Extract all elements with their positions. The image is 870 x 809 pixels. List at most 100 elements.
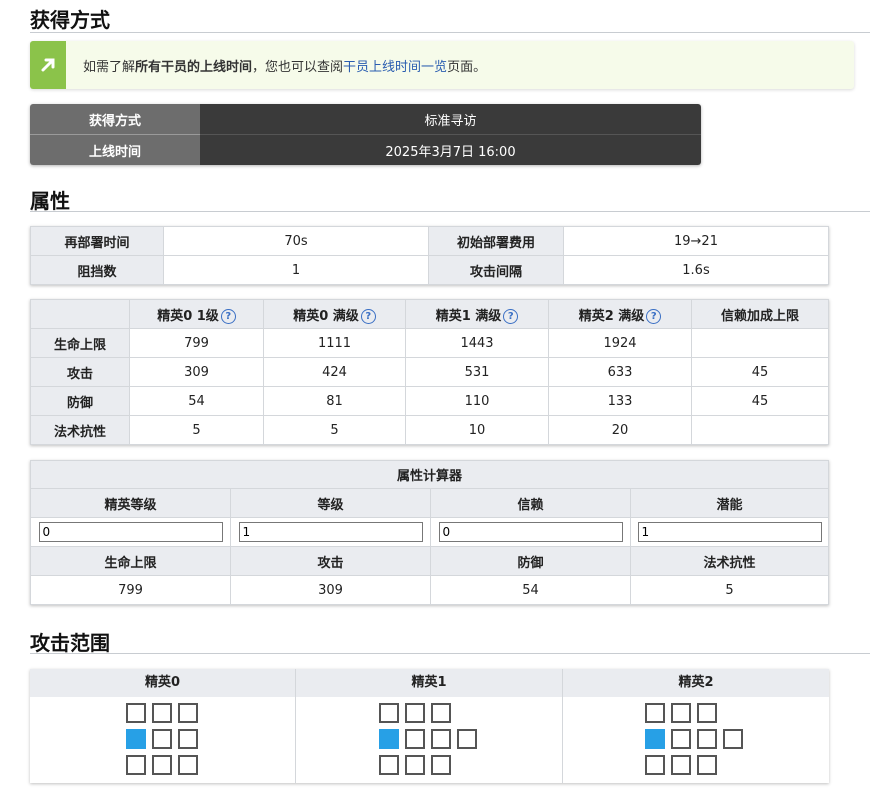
elite-level-label: 精英等级 — [30, 488, 231, 518]
range-cell — [126, 755, 146, 775]
launch-time-link[interactable]: 干员上线时间一览 — [343, 60, 447, 75]
table-row: 法术抗性 5 5 10 20 — [30, 415, 829, 445]
column-divider — [295, 669, 296, 783]
input-cell — [30, 517, 231, 547]
potential-label: 潜能 — [630, 488, 829, 518]
col-header: 精英0 满级? — [263, 299, 406, 329]
block-value: 1 — [163, 255, 429, 285]
block-label: 阻挡数 — [30, 255, 164, 285]
table-cell: 110 — [405, 386, 549, 416]
result-atk: 309 — [230, 575, 431, 605]
help-icon[interactable]: ? — [220, 308, 236, 324]
range-cell — [697, 703, 717, 723]
table-cell: 633 — [548, 357, 692, 387]
table-header-row: 生命上限 攻击 防御 法术抗性 — [30, 546, 829, 576]
table-cell: 424 — [263, 357, 406, 387]
table-row: 阻挡数 1 攻击间隔 1.6s — [30, 255, 829, 285]
range-cell — [697, 755, 717, 775]
range-cell — [178, 755, 198, 775]
table-cell: 45 — [691, 357, 829, 387]
range-cell — [431, 755, 451, 775]
col-header: 精英0 1级? — [129, 299, 264, 329]
table-cell: 309 — [129, 357, 264, 387]
arrow-up-right-icon — [41, 58, 55, 72]
table-cell — [691, 415, 829, 445]
range-cell — [645, 755, 665, 775]
table-cell: 531 — [405, 357, 549, 387]
table-row: 上线时间 2025年3月7日 16:00 — [30, 134, 701, 165]
table-cell: 1443 — [405, 328, 549, 358]
table-cell: 54 — [129, 386, 264, 416]
table-cell: 20 — [548, 415, 692, 445]
heading-divider — [30, 653, 870, 654]
col-header-label: 精英0 满级 — [293, 308, 359, 324]
row-label: 法术抗性 — [30, 415, 130, 445]
range-cell — [178, 729, 198, 749]
redeploy-value: 70s — [163, 226, 429, 256]
result-label: 防御 — [430, 546, 631, 576]
trust-input[interactable] — [438, 522, 623, 542]
range-cell — [126, 703, 146, 723]
result-res: 5 — [630, 575, 829, 605]
range-cell — [405, 729, 425, 749]
notice-box: 如需了解所有干员的上线时间，您也可以查阅干员上线时间一览页面。 — [30, 41, 854, 89]
result-label: 攻击 — [230, 546, 431, 576]
table-header-row: 精英0 1级? 精英0 满级? 精英1 满级? 精英2 满级? 信赖加成上限 — [30, 299, 829, 329]
trust-label: 信赖 — [430, 488, 631, 518]
interval-label: 攻击间隔 — [428, 255, 564, 285]
operator-position-cell — [126, 729, 146, 749]
result-hp: 799 — [30, 575, 231, 605]
notice-middle: ，您也可以查阅 — [252, 60, 344, 75]
input-cell — [630, 517, 829, 547]
interval-value: 1.6s — [563, 255, 829, 285]
input-cell — [430, 517, 631, 547]
attack-range-table: 精英0 精英1 精英2 — [30, 669, 829, 783]
table-row: 799 309 54 5 — [30, 575, 829, 605]
row-label: 攻击 — [30, 357, 130, 387]
operator-position-cell — [645, 729, 665, 749]
row-label: 生命上限 — [30, 328, 130, 358]
notice-text: 如需了解所有干员的上线时间，您也可以查阅干员上线时间一览页面。 — [83, 56, 486, 75]
table-row: 再部署时间 70s 初始部署费用 19→21 — [30, 226, 829, 256]
col-header: 精英1 满级? — [405, 299, 549, 329]
notice-prefix: 如需了解 — [83, 60, 136, 75]
table-cell: 10 — [405, 415, 549, 445]
col-header-label: 精英2 满级 — [578, 308, 645, 324]
range-cell — [405, 755, 425, 775]
obtain-method-label: 获得方式 — [30, 104, 200, 135]
level-input[interactable] — [238, 522, 423, 542]
cost-label: 初始部署费用 — [428, 226, 564, 256]
result-def: 54 — [430, 575, 631, 605]
help-icon[interactable]: ? — [646, 308, 662, 324]
table-cell: 799 — [129, 328, 264, 358]
elite-level-input[interactable] — [38, 522, 223, 542]
help-icon[interactable]: ? — [503, 308, 519, 324]
potential-input[interactable] — [637, 522, 822, 542]
col-header-label: 精英1 满级 — [435, 308, 502, 324]
section-heading-range: 攻击范围 — [30, 631, 110, 655]
range-cell — [379, 755, 399, 775]
range-cell — [431, 729, 451, 749]
range-cell — [405, 703, 425, 723]
help-icon[interactable]: ? — [360, 308, 376, 324]
table-row: 生命上限 799 1111 1443 1924 — [30, 328, 829, 358]
section-heading-obtain: 获得方式 — [30, 8, 110, 32]
column-divider — [562, 669, 563, 783]
section-heading-attributes: 属性 — [30, 189, 70, 213]
range-cell — [697, 729, 717, 749]
notice-badge — [30, 41, 66, 89]
row-label: 防御 — [30, 386, 130, 416]
table-cell: 45 — [691, 386, 829, 416]
range-cell — [671, 703, 691, 723]
notice-bold: 所有干员的上线时间 — [135, 60, 253, 75]
range-cell — [671, 755, 691, 775]
redeploy-label: 再部署时间 — [30, 226, 164, 256]
range-header-elite2: 精英2 — [563, 669, 829, 697]
cost-value: 19→21 — [563, 226, 829, 256]
corner-cell — [30, 299, 130, 329]
notice-suffix: 页面。 — [447, 60, 487, 75]
obtain-table: 获得方式 标准寻访 上线时间 2025年3月7日 16:00 — [30, 104, 701, 165]
col-header: 信赖加成上限 — [691, 299, 829, 329]
attribute-calculator: 属性计算器 精英等级 等级 信赖 潜能 生命上限 攻击 防御 法术抗性 799 … — [30, 460, 829, 605]
table-header-row: 精英等级 等级 信赖 潜能 — [30, 488, 829, 518]
